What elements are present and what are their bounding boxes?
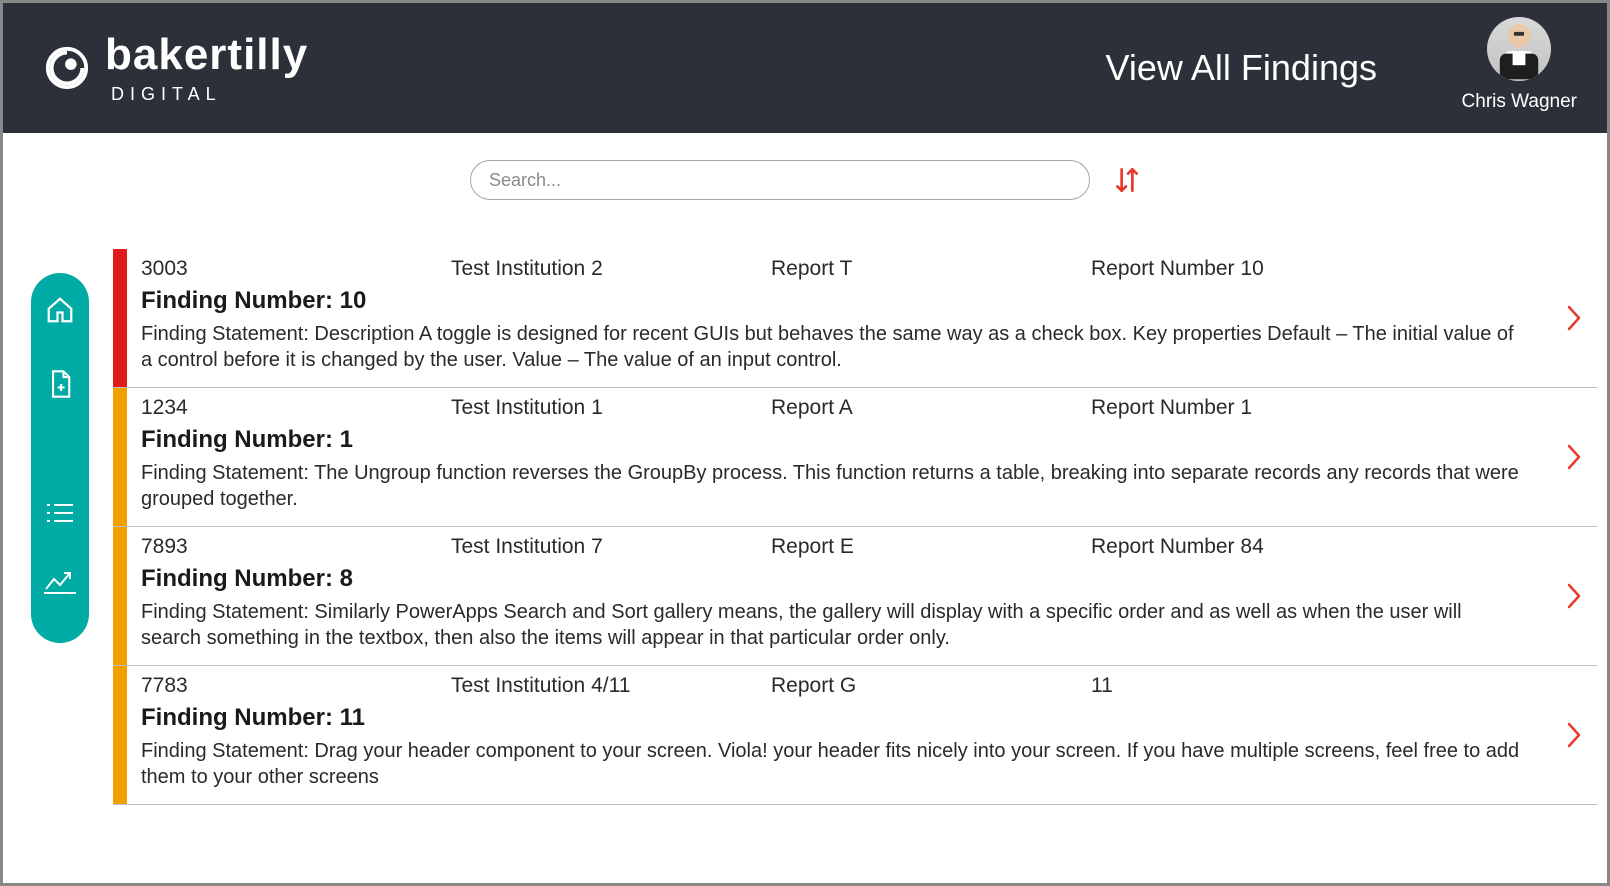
finding-report: Report T (771, 257, 1091, 281)
search-row (3, 133, 1607, 213)
finding-body: 7783Test Institution 4/11Report G11 Findi… (127, 666, 1597, 804)
status-indicator (113, 388, 127, 526)
finding-row[interactable]: 7893Test Institution 7Report EReport Num… (113, 527, 1597, 666)
finding-number-title: Finding Number: 10 (141, 287, 1583, 315)
chevron-right-icon[interactable] (1565, 442, 1583, 472)
finding-meta-row: 7783Test Institution 4/11Report G11 (141, 674, 1583, 698)
page-title: View All Findings (1106, 47, 1377, 89)
status-indicator (113, 249, 127, 387)
finding-report: Report A (771, 396, 1091, 420)
finding-statement: Finding Statement: Drag your header comp… (141, 738, 1583, 790)
finding-id: 3003 (141, 257, 451, 281)
finding-report-number: 11 (1091, 674, 1583, 698)
app-header: bakertilly DIGITAL View All Findings Chr… (3, 3, 1607, 133)
brand-sub: DIGITAL (105, 85, 308, 103)
finding-number-title: Finding Number: 11 (141, 704, 1583, 732)
finding-id: 1234 (141, 396, 451, 420)
finding-meta-row: 7893Test Institution 7Report EReport Num… (141, 535, 1583, 559)
finding-institution: Test Institution 2 (451, 257, 771, 281)
chevron-right-icon[interactable] (1565, 303, 1583, 333)
brand-logo-icon (43, 44, 91, 92)
brand-block: bakertilly DIGITAL (43, 33, 308, 103)
finding-number-title: Finding Number: 8 (141, 565, 1583, 593)
finding-id: 7893 (141, 535, 451, 559)
finding-report: Report G (771, 674, 1091, 698)
brand-name: bakertilly (105, 33, 308, 77)
sort-button[interactable] (1114, 165, 1140, 195)
finding-statement: Finding Statement: The Ungroup function … (141, 460, 1583, 512)
user-name: Chris Wagner (1462, 91, 1577, 113)
status-indicator (113, 666, 127, 804)
finding-body: 7893Test Institution 7Report EReport Num… (127, 527, 1597, 665)
finding-id: 7783 (141, 674, 451, 698)
finding-statement: Finding Statement: Description A toggle … (141, 321, 1583, 373)
nav-home[interactable] (45, 295, 75, 325)
chevron-right-icon[interactable] (1565, 720, 1583, 750)
brand-text: bakertilly DIGITAL (105, 33, 308, 103)
finding-institution: Test Institution 7 (451, 535, 771, 559)
status-indicator (113, 527, 127, 665)
finding-body: 1234Test Institution 1Report AReport Num… (127, 388, 1597, 526)
user-block[interactable]: Chris Wagner (1462, 17, 1577, 113)
finding-row[interactable]: 3003Test Institution 2Report TReport Num… (113, 249, 1597, 388)
finding-institution: Test Institution 1 (451, 396, 771, 420)
chevron-right-icon[interactable] (1565, 581, 1583, 611)
finding-row[interactable]: 1234Test Institution 1Report AReport Num… (113, 388, 1597, 527)
finding-report: Report E (771, 535, 1091, 559)
avatar[interactable] (1487, 17, 1551, 81)
finding-number-title: Finding Number: 1 (141, 426, 1583, 454)
finding-statement: Finding Statement: Similarly PowerApps S… (141, 599, 1583, 651)
nav-list[interactable] (45, 501, 75, 525)
nav-new-doc[interactable] (46, 369, 74, 399)
finding-meta-row: 1234Test Institution 1Report AReport Num… (141, 396, 1583, 420)
findings-list[interactable]: 3003Test Institution 2Report TReport Num… (113, 249, 1597, 873)
finding-institution: Test Institution 4/11 (451, 674, 771, 698)
finding-row[interactable]: 7783Test Institution 4/11Report G11 Findi… (113, 666, 1597, 805)
sidebar-nav (31, 273, 89, 643)
finding-meta-row: 3003Test Institution 2Report TReport Num… (141, 257, 1583, 281)
search-input[interactable] (470, 160, 1090, 200)
finding-report-number: Report Number 10 (1091, 257, 1583, 281)
nav-analytics[interactable] (44, 569, 76, 595)
finding-report-number: Report Number 84 (1091, 535, 1583, 559)
finding-body: 3003Test Institution 2Report TReport Num… (127, 249, 1597, 387)
finding-report-number: Report Number 1 (1091, 396, 1583, 420)
